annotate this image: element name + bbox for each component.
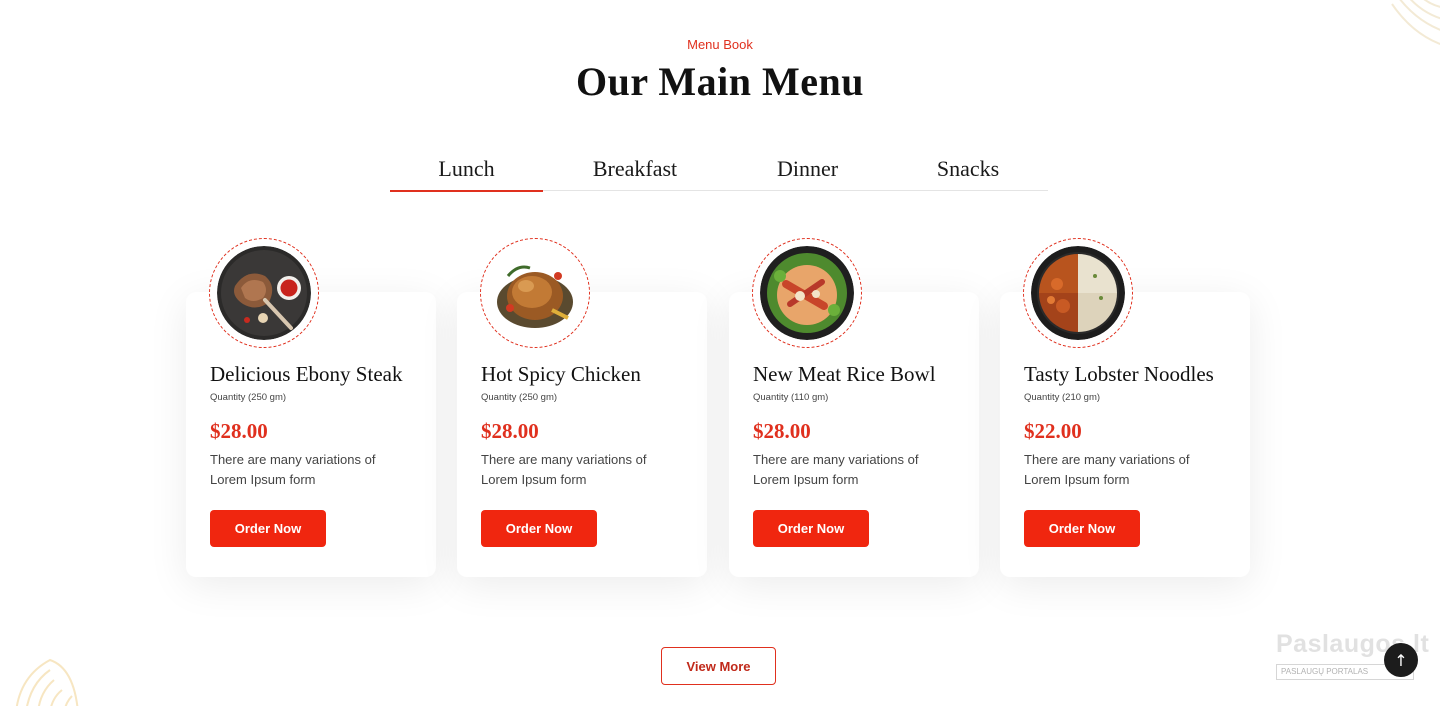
dish-name: Tasty Lobster Noodles — [1024, 362, 1214, 386]
menu-card: Tasty Lobster Noodles Quantity (210 gm) … — [1000, 238, 1250, 577]
tab-lunch[interactable]: Lunch — [390, 148, 543, 192]
lobster-noodles-image — [1031, 246, 1125, 340]
dish-price: $28.00 — [210, 419, 268, 443]
order-now-button[interactable]: Order Now — [210, 510, 326, 547]
view-more-button[interactable]: View More — [661, 647, 776, 685]
scroll-top-button[interactable]: ↑ — [1384, 643, 1418, 677]
leaf-decoration-icon — [15, 658, 79, 706]
order-now-button[interactable]: Order Now — [753, 510, 869, 547]
dish-description: There are many variations of Lorem Ipsum… — [753, 452, 919, 487]
dish-quantity: Quantity (210 gm) — [1024, 392, 1101, 403]
roast-chicken-image — [488, 246, 582, 340]
menu-card: New Meat Rice Bowl Quantity (110 gm) $28… — [729, 238, 979, 577]
dish-image-frame — [1023, 238, 1133, 348]
arrow-up-icon: ↑ — [1394, 650, 1408, 670]
menu-card: Hot Spicy Chicken Quantity (250 gm) $28.… — [457, 238, 707, 577]
dish-image-frame — [209, 238, 319, 348]
dish-price: $22.00 — [1024, 419, 1082, 443]
dish-price: $28.00 — [481, 419, 539, 443]
dish-description: There are many variations of Lorem Ipsum… — [481, 452, 647, 487]
dish-description: There are many variations of Lorem Ipsum… — [210, 452, 376, 487]
dish-quantity: Quantity (250 gm) — [210, 392, 287, 403]
dish-name: New Meat Rice Bowl — [753, 362, 936, 386]
tab-breakfast[interactable]: Breakfast — [543, 148, 727, 190]
dish-image-frame — [752, 238, 862, 348]
meat-rice-bowl-image — [760, 246, 854, 340]
dish-description: There are many variations of Lorem Ipsum… — [1024, 452, 1190, 487]
dish-name: Hot Spicy Chicken — [481, 362, 641, 386]
dish-name: Delicious Ebony Steak — [210, 362, 403, 386]
menu-section: Menu Book Our Main Menu Lunch Breakfast … — [0, 0, 1440, 706]
tab-dinner[interactable]: Dinner — [727, 148, 888, 190]
tab-snacks[interactable]: Snacks — [888, 148, 1048, 190]
dish-image-frame — [480, 238, 590, 348]
steak-plate-image — [217, 246, 311, 340]
section-eyebrow: Menu Book — [687, 37, 753, 52]
leaf-decoration-icon — [1391, 0, 1440, 45]
dish-price: $28.00 — [753, 419, 811, 443]
order-now-button[interactable]: Order Now — [1024, 510, 1140, 547]
menu-tabs: Lunch Breakfast Dinner Snacks — [390, 148, 1048, 192]
page-title: Our Main Menu — [575, 59, 864, 104]
order-now-button[interactable]: Order Now — [481, 510, 597, 547]
menu-card: Delicious Ebony Steak Quantity (250 gm) … — [186, 238, 436, 577]
dish-quantity: Quantity (250 gm) — [481, 392, 558, 403]
dish-quantity: Quantity (110 gm) — [753, 392, 829, 403]
